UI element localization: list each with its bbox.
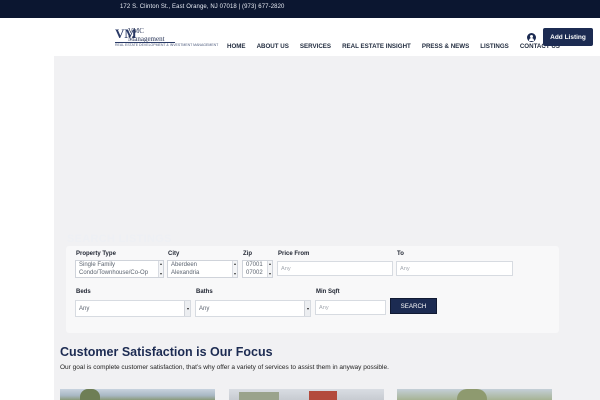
city-label: City bbox=[168, 251, 180, 257]
nav-home[interactable]: HOME bbox=[227, 43, 246, 50]
listing-photo[interactable] bbox=[229, 389, 384, 400]
zip-select[interactable]: 07001 07002 bbox=[242, 260, 273, 278]
min-sqft-input[interactable]: Any bbox=[315, 300, 386, 315]
price-from-label: Price From bbox=[278, 251, 310, 257]
scrollbar[interactable] bbox=[267, 261, 272, 277]
property-type-select[interactable]: Single Family Condo/Townhouse/Co-Op bbox=[75, 260, 164, 278]
price-to-input[interactable]: Any bbox=[396, 261, 513, 276]
listing-photo[interactable] bbox=[60, 389, 215, 400]
nav-services[interactable]: SERVICES bbox=[300, 43, 331, 50]
scrollbar[interactable] bbox=[158, 261, 163, 277]
price-from-input[interactable]: Any bbox=[277, 261, 393, 276]
listing-photo[interactable] bbox=[397, 389, 552, 400]
section-title: Customer Satisfaction is Our Focus bbox=[60, 345, 273, 359]
nav-listings[interactable]: LISTINGS bbox=[480, 43, 509, 50]
min-sqft-label: Min Sqft bbox=[316, 289, 340, 295]
nav-about-us[interactable]: ABOUT US bbox=[257, 43, 289, 50]
logo-name: VMC Management bbox=[128, 27, 165, 43]
baths-label: Baths bbox=[196, 289, 213, 295]
page-background bbox=[54, 18, 600, 400]
user-icon[interactable] bbox=[527, 33, 536, 42]
city-select[interactable]: Aberdeen Alexandria bbox=[167, 260, 238, 278]
nav-press-news[interactable]: PRESS & NEWS bbox=[422, 43, 469, 50]
beds-select[interactable]: Any bbox=[75, 300, 191, 317]
logo[interactable]: VM VMC Management REAL ESTATE DEVELOPMEN… bbox=[115, 27, 218, 49]
zip-label: Zip bbox=[243, 251, 252, 257]
city-option[interactable]: Alexandria bbox=[168, 269, 237, 277]
baths-value: Any bbox=[199, 305, 210, 312]
city-option[interactable]: Aberdeen bbox=[168, 261, 237, 269]
scrollbar[interactable] bbox=[232, 261, 237, 277]
contact-address: 172 S. Clinton St., East Orange, NJ 0701… bbox=[120, 4, 285, 10]
logo-name-line1: VMC bbox=[128, 27, 144, 35]
section-text: Our goal is complete customer satisfacti… bbox=[60, 364, 389, 371]
property-type-option[interactable]: Condo/Townhouse/Co-Op bbox=[76, 269, 163, 277]
beds-label: Beds bbox=[76, 289, 91, 295]
logo-tagline: REAL ESTATE DEVELOPMENT & INVESTMENT MAN… bbox=[115, 43, 219, 47]
nav-real-estate-insight[interactable]: REAL ESTATE INSIGHT bbox=[342, 43, 411, 50]
top-bar: 172 S. Clinton St., East Orange, NJ 0701… bbox=[0, 0, 600, 18]
add-listing-button[interactable]: Add Listing bbox=[543, 28, 593, 46]
price-to-label: To bbox=[397, 251, 404, 257]
chevron-down-icon[interactable] bbox=[304, 301, 310, 316]
baths-select[interactable]: Any bbox=[195, 300, 311, 317]
beds-value: Any bbox=[79, 305, 90, 312]
property-type-option[interactable]: Single Family bbox=[76, 261, 163, 269]
main-nav: HOME ABOUT US SERVICES REAL ESTATE INSIG… bbox=[227, 43, 571, 50]
chevron-down-icon[interactable] bbox=[184, 301, 190, 316]
search-title: SEARCH LISTINGS bbox=[67, 233, 172, 245]
property-type-label: Property Type bbox=[76, 251, 116, 257]
search-button[interactable]: SEARCH bbox=[390, 298, 437, 314]
